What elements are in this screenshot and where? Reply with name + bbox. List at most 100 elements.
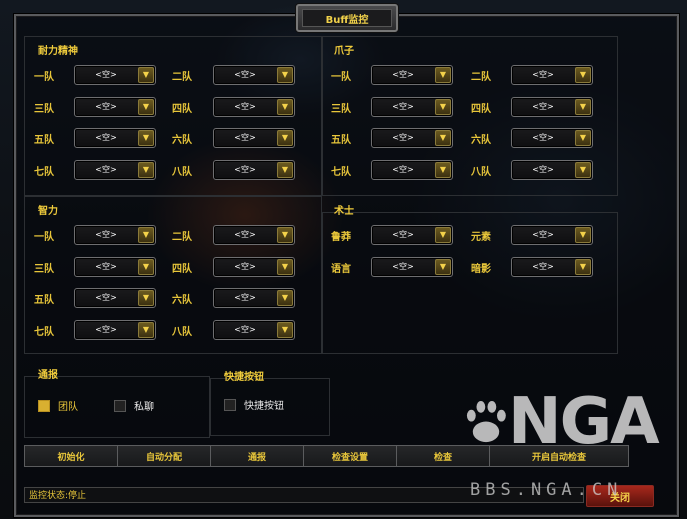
claw-dropdown[interactable]: <空> ▼ [511, 97, 593, 117]
stamina-dropdown[interactable]: <空> ▼ [74, 128, 156, 148]
team-checkbox[interactable] [38, 399, 50, 412]
dropdown-value: <空> [532, 102, 554, 111]
report-option-whisper[interactable]: 私聊 [114, 398, 154, 413]
hotkey-option[interactable]: 快捷按钮 [224, 397, 284, 412]
stamina-dropdown[interactable]: <空> ▼ [213, 97, 295, 117]
dropdown-value: <空> [234, 262, 256, 271]
chevron-down-icon[interactable]: ▼ [277, 290, 293, 306]
dropdown-value: <空> [95, 262, 117, 271]
intellect-dropdown[interactable]: <空> ▼ [213, 320, 295, 340]
chevron-down-icon[interactable]: ▼ [435, 259, 451, 275]
dropdown-value: <空> [392, 70, 414, 79]
dropdown-value: <空> [392, 262, 414, 271]
warlock-dropdown[interactable]: <空> ▼ [511, 257, 593, 277]
chevron-down-icon[interactable]: ▼ [435, 130, 451, 146]
whisper-checkbox-label: 私聊 [134, 402, 154, 413]
claw-dropdown[interactable]: <空> ▼ [511, 160, 593, 180]
chevron-down-icon[interactable]: ▼ [435, 162, 451, 178]
stamina-dropdown[interactable]: <空> ▼ [74, 97, 156, 117]
claw-dropdown[interactable]: <空> ▼ [371, 128, 453, 148]
intellect-dropdown[interactable]: <空> ▼ [213, 288, 295, 308]
stamina-row-label: 八队 [172, 167, 192, 178]
intellect-row-label: 四队 [172, 264, 192, 275]
chevron-down-icon[interactable]: ▼ [277, 130, 293, 146]
dropdown-value: <空> [392, 230, 414, 239]
chevron-down-icon[interactable]: ▼ [575, 227, 591, 243]
section-stamina-label: 耐力精神 [38, 46, 78, 57]
warlock-row-label: 元素 [471, 232, 491, 243]
claw-row-label: 七队 [331, 167, 351, 178]
intellect-dropdown[interactable]: <空> ▼ [74, 288, 156, 308]
intellect-dropdown[interactable]: <空> ▼ [74, 257, 156, 277]
chevron-down-icon[interactable]: ▼ [138, 130, 154, 146]
dropdown-value: <空> [532, 262, 554, 271]
claw-dropdown[interactable]: <空> ▼ [511, 65, 593, 85]
warlock-row-label: 语言 [331, 264, 351, 275]
claw-dropdown[interactable]: <空> ▼ [371, 65, 453, 85]
chevron-down-icon[interactable]: ▼ [138, 290, 154, 306]
dropdown-value: <空> [234, 293, 256, 302]
intellect-dropdown[interactable]: <空> ▼ [213, 257, 295, 277]
intellect-row-label: 三队 [34, 264, 54, 275]
chevron-down-icon[interactable]: ▼ [277, 99, 293, 115]
chevron-down-icon[interactable]: ▼ [575, 67, 591, 83]
claw-dropdown[interactable]: <空> ▼ [511, 128, 593, 148]
warlock-dropdown[interactable]: <空> ▼ [511, 225, 593, 245]
claw-dropdown[interactable]: <空> ▼ [371, 160, 453, 180]
chevron-down-icon[interactable]: ▼ [435, 67, 451, 83]
claw-row-label: 四队 [471, 104, 491, 115]
chevron-down-icon[interactable]: ▼ [138, 99, 154, 115]
window-title: Buff监控 [302, 9, 392, 27]
stamina-dropdown[interactable]: <空> ▼ [74, 65, 156, 85]
report-button[interactable]: 通报 [210, 445, 304, 467]
nga-logo-text: NGA [508, 385, 660, 459]
chevron-down-icon[interactable]: ▼ [575, 99, 591, 115]
claw-row-label: 六队 [471, 135, 491, 146]
auto-assign-button[interactable]: 自动分配 [117, 445, 211, 467]
stamina-row-label: 一队 [34, 72, 54, 83]
whisper-checkbox[interactable] [114, 399, 126, 412]
init-button[interactable]: 初始化 [24, 445, 118, 467]
chevron-down-icon[interactable]: ▼ [575, 162, 591, 178]
warlock-dropdown[interactable]: <空> ▼ [371, 225, 453, 245]
claw-dropdown[interactable]: <空> ▼ [371, 97, 453, 117]
dropdown-value: <空> [95, 133, 117, 142]
chevron-down-icon[interactable]: ▼ [575, 130, 591, 146]
stamina-row-label: 六队 [172, 135, 192, 146]
dropdown-value: <空> [532, 165, 554, 174]
chevron-down-icon[interactable]: ▼ [138, 67, 154, 83]
stamina-row-label: 四队 [172, 104, 192, 115]
window-title-plate: Buff监控 [296, 4, 398, 32]
warlock-dropdown[interactable]: <空> ▼ [371, 257, 453, 277]
chevron-down-icon[interactable]: ▼ [435, 227, 451, 243]
stamina-dropdown[interactable]: <空> ▼ [213, 65, 295, 85]
dropdown-value: <空> [95, 293, 117, 302]
chevron-down-icon[interactable]: ▼ [138, 322, 154, 338]
chevron-down-icon[interactable]: ▼ [138, 259, 154, 275]
chevron-down-icon[interactable]: ▼ [277, 67, 293, 83]
intellect-dropdown[interactable]: <空> ▼ [74, 225, 156, 245]
section-report-label: 通报 [38, 370, 58, 381]
stamina-dropdown[interactable]: <空> ▼ [74, 160, 156, 180]
report-option-team[interactable]: 团队 [38, 398, 78, 413]
chevron-down-icon[interactable]: ▼ [277, 162, 293, 178]
intellect-row-label: 一队 [34, 232, 54, 243]
chevron-down-icon[interactable]: ▼ [138, 227, 154, 243]
dropdown-value: <空> [234, 70, 256, 79]
dropdown-value: <空> [95, 70, 117, 79]
dropdown-value: <空> [95, 102, 117, 111]
chevron-down-icon[interactable]: ▼ [277, 227, 293, 243]
stamina-dropdown[interactable]: <空> ▼ [213, 128, 295, 148]
check-settings-button[interactable]: 检查设置 [303, 445, 397, 467]
intellect-dropdown[interactable]: <空> ▼ [213, 225, 295, 245]
chevron-down-icon[interactable]: ▼ [138, 162, 154, 178]
intellect-row-label: 五队 [34, 295, 54, 306]
chevron-down-icon[interactable]: ▼ [575, 259, 591, 275]
dropdown-value: <空> [392, 165, 414, 174]
hotkey-checkbox[interactable] [224, 398, 236, 411]
chevron-down-icon[interactable]: ▼ [435, 99, 451, 115]
chevron-down-icon[interactable]: ▼ [277, 259, 293, 275]
chevron-down-icon[interactable]: ▼ [277, 322, 293, 338]
intellect-dropdown[interactable]: <空> ▼ [74, 320, 156, 340]
stamina-dropdown[interactable]: <空> ▼ [213, 160, 295, 180]
